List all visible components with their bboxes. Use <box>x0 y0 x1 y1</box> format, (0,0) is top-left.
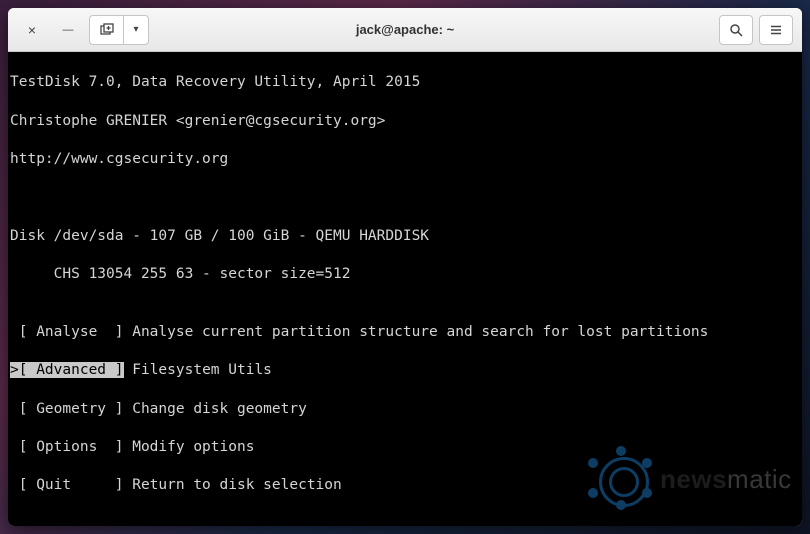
menu-desc: Modify options <box>132 439 254 455</box>
chevron-down-icon: ▾ <box>133 24 138 35</box>
menu-item-advanced[interactable]: >[ Advanced ] Filesystem Utils <box>10 361 800 380</box>
titlebar: × — ▾ jack@apache: ~ <box>8 8 802 52</box>
hamburger-icon <box>769 23 783 37</box>
new-tab-button[interactable] <box>89 15 123 45</box>
menu-item-geometry[interactable]: [ Geometry ] Change disk geometry <box>10 400 800 419</box>
disk-info-line: Disk /dev/sda - 107 GB / 100 GiB - QEMU … <box>10 227 800 246</box>
close-button[interactable]: × <box>17 15 47 45</box>
menu-desc: Change disk geometry <box>132 401 307 417</box>
menu-item-quit[interactable]: [ Quit ] Return to disk selection <box>10 476 800 495</box>
new-tab-icon <box>100 23 114 37</box>
search-icon <box>729 23 743 37</box>
menu-label-selected: [ Advanced ] <box>19 362 124 378</box>
chs-info-line: CHS 13054 255 63 - sector size=512 <box>10 265 800 284</box>
menu-label: [ Options ] <box>10 439 132 455</box>
terminal-content[interactable]: TestDisk 7.0, Data Recovery Utility, Apr… <box>8 52 802 526</box>
menu-item-options[interactable]: [ Options ] Modify options <box>10 438 800 457</box>
menu-label: [ Analyse ] <box>10 324 132 340</box>
url-line: http://www.cgsecurity.org <box>10 150 800 169</box>
app-header-line: TestDisk 7.0, Data Recovery Utility, Apr… <box>10 73 800 92</box>
terminal-window: × — ▾ jack@apache: ~ Te <box>8 8 802 526</box>
menu-item-analyse[interactable]: [ Analyse ] Analyse current partition st… <box>10 323 800 342</box>
search-button[interactable] <box>719 15 753 45</box>
minimize-button[interactable]: — <box>53 15 83 45</box>
close-icon: × <box>28 22 36 38</box>
menu-button[interactable] <box>759 15 793 45</box>
menu-desc: Analyse current partition structure and … <box>132 324 708 340</box>
menu-label: [ Geometry ] <box>10 401 132 417</box>
minimize-icon: — <box>63 24 74 36</box>
menu-label: [ Quit ] <box>10 477 132 493</box>
menu-cursor: > <box>10 362 19 378</box>
menu-desc: Filesystem Utils <box>124 362 272 378</box>
author-line: Christophe GRENIER <grenier@cgsecurity.o… <box>10 112 800 131</box>
menu-desc: Return to disk selection <box>132 477 342 493</box>
blank-line <box>10 515 800 526</box>
new-tab-dropdown[interactable]: ▾ <box>123 15 149 45</box>
